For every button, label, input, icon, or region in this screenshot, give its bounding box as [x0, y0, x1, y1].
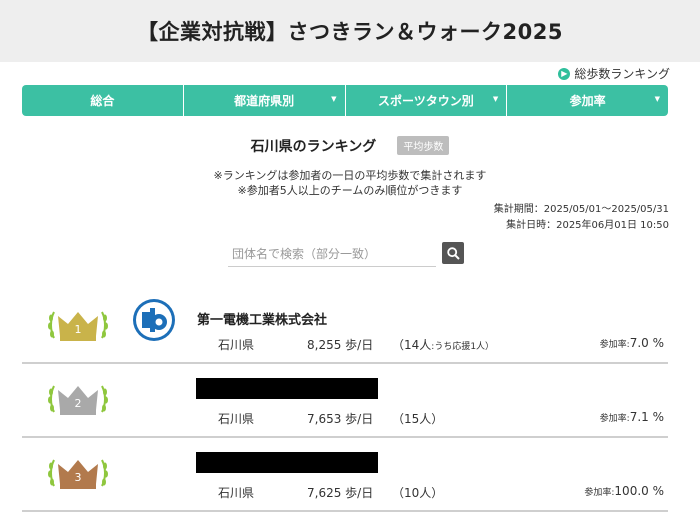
caret-down-icon: ▼ — [492, 95, 499, 103]
rank-number: 1 — [75, 323, 82, 336]
participation-rate-value: 7.1 % — [629, 410, 664, 424]
ranking-note-1: ※ランキングは参加者の一日の平均歩数で集計されます — [213, 169, 487, 182]
tab-participation-rate[interactable]: 参加率 ▼ — [507, 85, 668, 116]
average-steps: 7,653 歩/日 — [307, 412, 374, 426]
ranking-note-2: ※参加者5人以上のチームのみ順位がつきます — [237, 184, 463, 197]
search-box — [228, 241, 464, 267]
page-title: 【企業対抗戦】さつきラン＆ウォーク2025 — [137, 20, 563, 44]
rank-number: 2 — [75, 397, 82, 410]
redacted-team-name — [196, 378, 378, 399]
total-steps-ranking-link[interactable]: ▶ 総歩数ランキング — [558, 65, 670, 82]
member-count: （15人） — [392, 412, 444, 426]
prefecture: 石川県 — [218, 338, 255, 352]
ranking-row[interactable]: 3 石川県 7,625 歩/日 （10人） 参加率:100.0 % — [22, 438, 668, 512]
search-button[interactable] — [442, 242, 464, 264]
participation-rate: 参加率:100.0 % — [584, 484, 664, 498]
gold-crown-icon: 1 — [48, 311, 108, 341]
participation-rate-label: 参加率: — [599, 414, 630, 424]
ranking-heading: 石川県のランキング 平均歩数 — [0, 135, 700, 156]
search-input[interactable] — [228, 241, 436, 267]
participation-rate-value: 7.0 % — [629, 336, 664, 350]
company-logo — [133, 299, 175, 341]
tab-participation-rate-label: 参加率 — [569, 94, 606, 108]
member-count-value: （14人 — [392, 338, 432, 352]
tab-prefecture-label: 都道府県別 — [234, 94, 295, 108]
tab-sports-town-label: スポーツタウン別 — [377, 94, 474, 108]
average-steps-badge: 平均歩数 — [397, 136, 450, 155]
rank-number: 3 — [75, 471, 82, 484]
silver-crown-icon: 2 — [48, 385, 108, 415]
total-steps-ranking-label: 総歩数ランキング — [574, 67, 670, 81]
caret-down-icon: ▼ — [331, 95, 337, 103]
arrow-right-icon: ▶ — [558, 67, 571, 80]
average-steps: 8,255 歩/日 — [307, 338, 374, 352]
team-name: 第一電機工業株式会社 — [197, 313, 328, 328]
tab-overall[interactable]: 総合 — [22, 85, 184, 116]
member-count: （14人:うち応援1人） — [392, 336, 494, 353]
ranking-nav: 総合 都道府県別 ▼ スポーツタウン別 ▼ 参加率 ▼ — [22, 85, 668, 116]
prefecture: 石川県 — [218, 486, 255, 500]
tab-overall-label: 総合 — [90, 94, 115, 108]
bronze-crown-icon: 3 — [48, 459, 108, 489]
ranking-title: 石川県のランキング — [250, 138, 377, 155]
participation-rate-value: 100.0 % — [614, 484, 664, 498]
participation-rate: 参加率:7.0 % — [600, 336, 664, 350]
redacted-team-name — [196, 452, 378, 473]
ranking-row[interactable]: 2 石川県 7,653 歩/日 （15人） 参加率:7.1 % — [22, 364, 668, 438]
aggregation-period: 集計期間：2025/05/01～2025/05/31 — [493, 204, 669, 215]
average-steps: 7,625 歩/日 — [307, 486, 374, 500]
page-header: 【企業対抗戦】さつきラン＆ウォーク2025 — [0, 0, 700, 62]
tab-prefecture[interactable]: 都道府県別 ▼ — [184, 85, 346, 116]
caret-down-icon: ▼ — [654, 95, 660, 103]
aggregation-datetime: 集計日時：2025年06月01日 10:50 — [506, 220, 669, 231]
participation-rate: 参加率:7.1 % — [600, 410, 664, 424]
participation-rate-label: 参加率: — [584, 488, 615, 498]
supporter-note: :うち応援1人） — [431, 342, 495, 352]
search-icon — [446, 246, 460, 260]
prefecture: 石川県 — [218, 412, 255, 426]
member-count: （10人） — [392, 486, 444, 500]
participation-rate-label: 参加率: — [599, 340, 630, 350]
ranking-row[interactable]: 1 第一電機工業株式会社 石川県 8,255 歩/日 （14人:うち応援1人） … — [22, 290, 668, 364]
tab-sports-town[interactable]: スポーツタウン別 ▼ — [346, 85, 508, 116]
